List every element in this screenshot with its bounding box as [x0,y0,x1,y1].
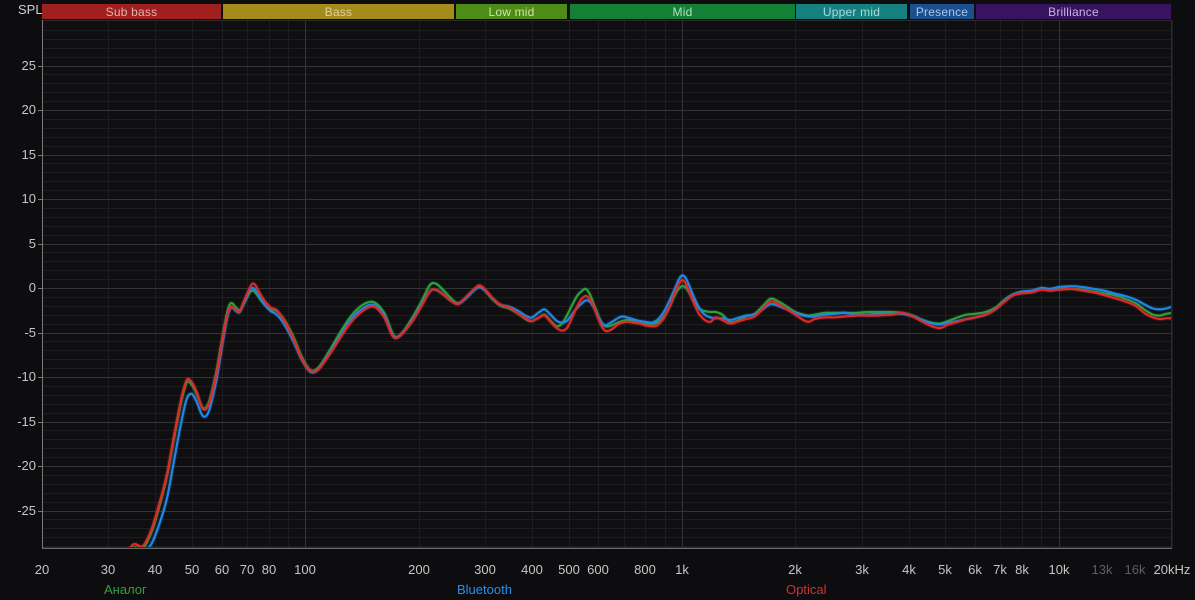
legend-item-bluetooth[interactable]: Bluetooth [457,582,512,597]
y-tick-label--25: -25 [17,503,36,518]
x-tick-label-400: 400 [521,562,543,577]
y-tick-label-0: 0 [28,280,36,295]
y-tick-label--10: -10 [17,369,36,384]
plot-background [42,20,1172,548]
x-tick-label-1k: 1k [675,562,689,577]
plot-area[interactable] [0,0,1195,600]
y-tick-label-15: 15 [21,147,36,162]
x-tick-label-100: 100 [294,562,316,577]
x-tick-label-50: 50 [184,562,200,577]
x-tick-label-3k: 3k [855,562,869,577]
legend-item-optical[interactable]: Optical [786,582,826,597]
x-tick-label-800: 800 [634,562,656,577]
x-tick-label-4k: 4k [902,562,916,577]
x-tick-label-10k: 10k [1048,562,1070,577]
y-tick-marks [38,66,42,512]
y-tick-label--20: -20 [17,458,36,473]
y-tick-label--15: -15 [17,414,36,429]
y-tick-label-5: 5 [28,236,36,251]
y-tick-label-10: 10 [21,191,36,206]
x-tick-label-500: 500 [558,562,580,577]
x-tick-label-600: 600 [587,562,609,577]
x-tick-label-60: 60 [214,562,230,577]
x-tick-label-70: 70 [239,562,255,577]
x-tick-label-80: 80 [261,562,277,577]
x-tick-label-20: 20 [34,562,50,577]
x-tick-label-8k: 8k [1015,562,1029,577]
x-tick-label-16k: 16k [1124,562,1146,577]
x-tick-label-300: 300 [474,562,496,577]
x-tick-label-40: 40 [147,562,163,577]
x-tick-label-200: 200 [408,562,430,577]
x-tick-label-30: 30 [100,562,116,577]
frequency-response-chart: SPL Sub bass Bass Low mid Mid Upper mid Prese… [0,0,1195,600]
x-tick-label-6k: 6k [968,562,982,577]
x-tick-label-7k: 7k [993,562,1007,577]
x-tick-label-5k: 5k [938,562,952,577]
y-tick-label-25: 25 [21,58,36,73]
legend-item-analog[interactable]: Аналог [104,582,147,597]
y-tick-label-20: 20 [21,102,36,117]
x-tick-label-20kHz: 20kHz [1153,562,1191,577]
x-tick-label-13k: 13k [1091,562,1113,577]
x-tick-label-2k: 2k [788,562,802,577]
y-tick-label--5: -5 [24,325,36,340]
